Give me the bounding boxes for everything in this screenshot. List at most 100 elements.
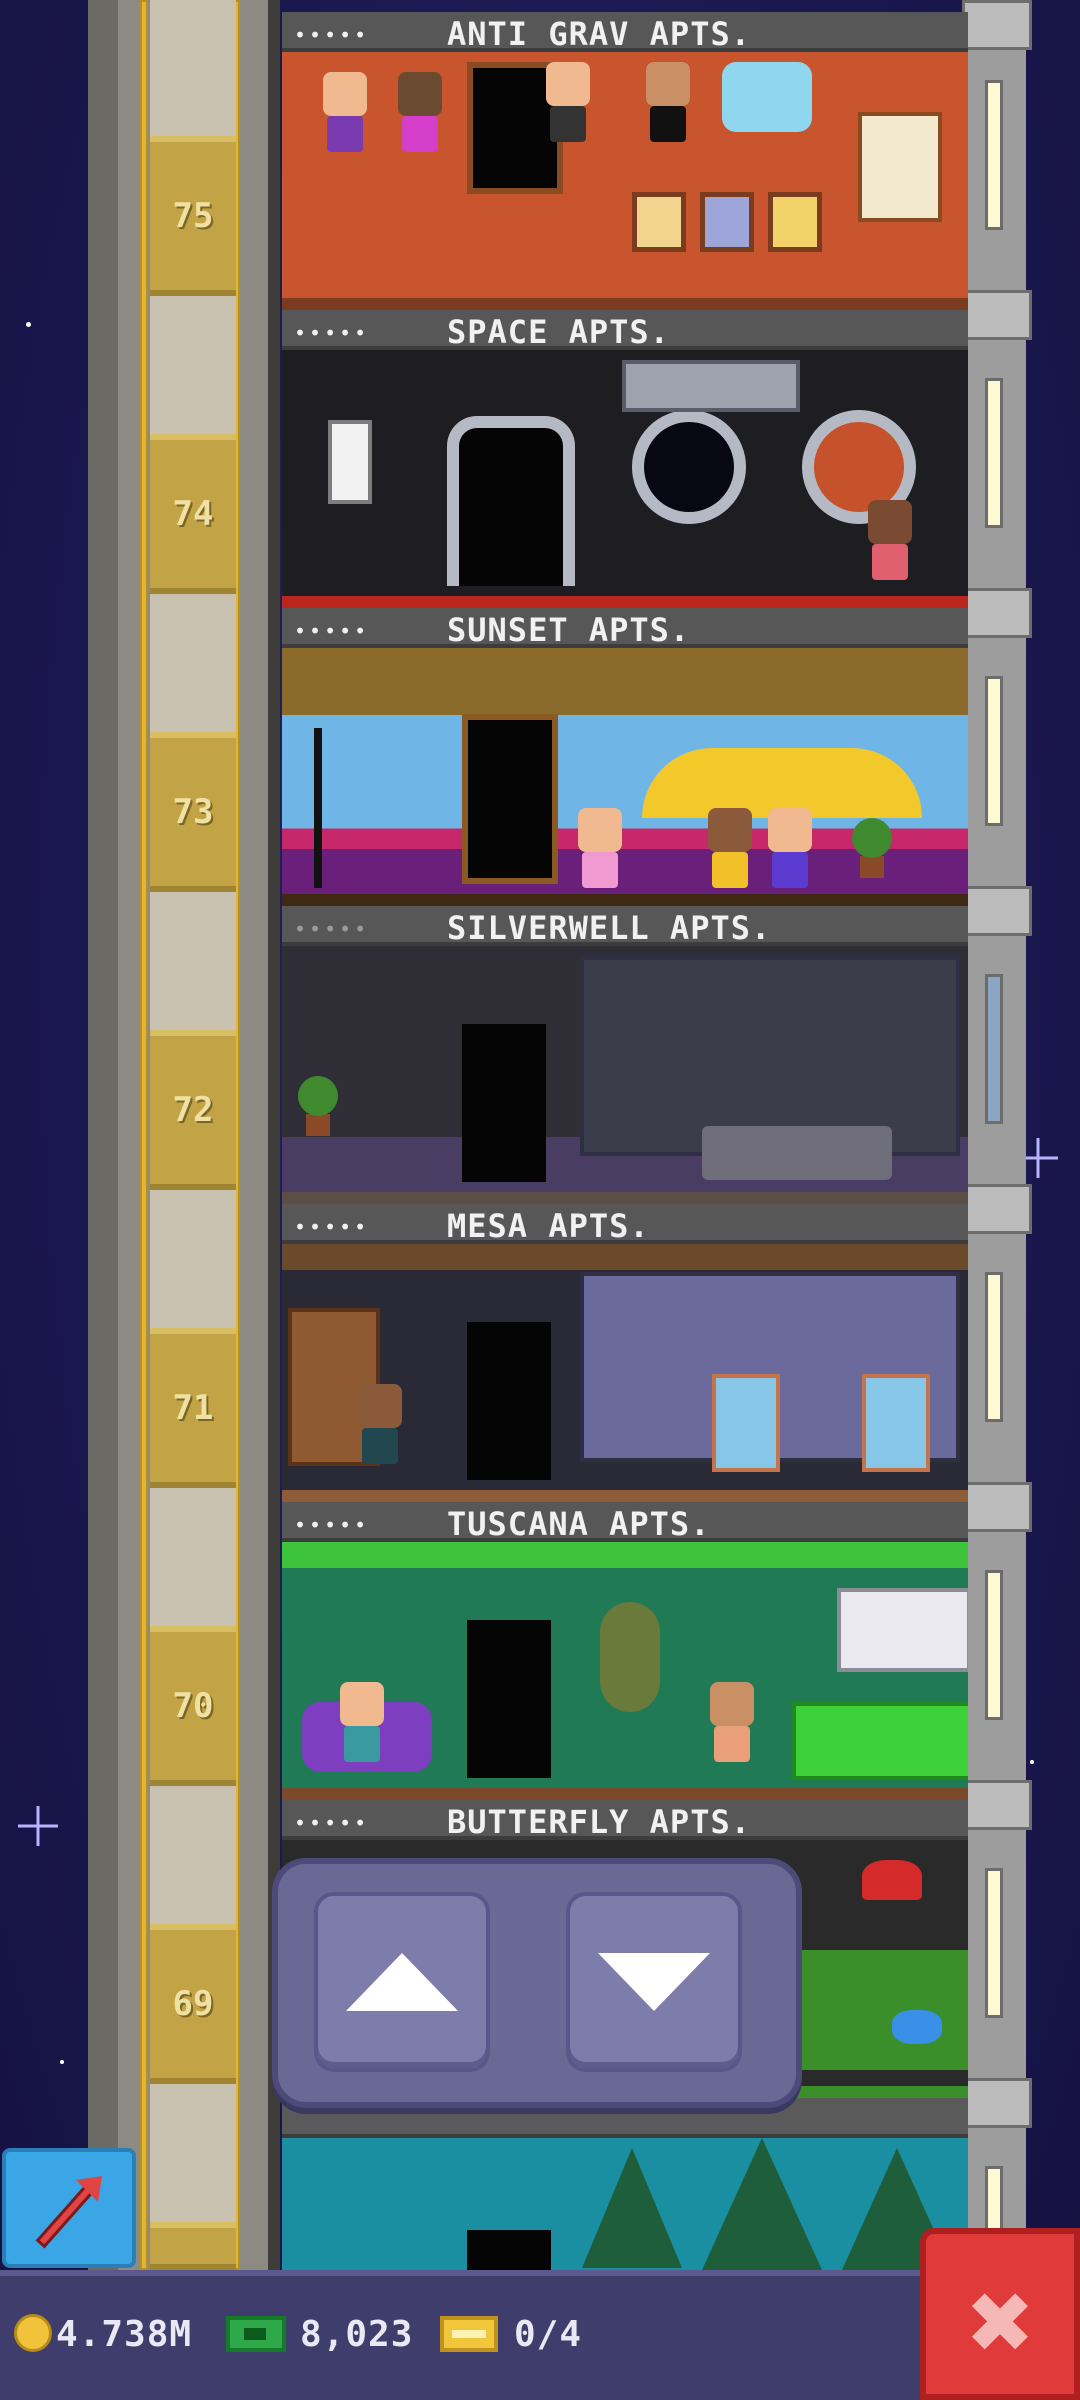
elevator-up-button[interactable]: [314, 1892, 490, 2072]
floor-partial[interactable]: [282, 2098, 968, 2270]
wall-cap: [962, 1780, 1032, 1830]
floor-name: MESA APTS.: [447, 1207, 650, 1245]
resident: [862, 500, 916, 580]
resident: [352, 1384, 406, 1464]
floor-name: BUTTERFLY APTS.: [447, 1803, 751, 1841]
floor-room: [282, 52, 968, 310]
resident-floating: [640, 62, 694, 142]
apartment-door: [467, 1322, 551, 1480]
arrow-up-icon: [346, 1953, 458, 2011]
floor-header: ••••• SILVERWELL APTS.: [282, 906, 968, 947]
floor-number-block: [150, 2222, 236, 2270]
floor-number: 71: [172, 1388, 214, 1428]
close-button[interactable]: ✖: [920, 2228, 1080, 2400]
arcade-chair: [862, 1374, 930, 1472]
resident: [702, 808, 756, 888]
wall-light: [985, 1272, 1003, 1422]
occupants-icons: •••••: [294, 917, 370, 941]
window: [858, 112, 942, 222]
wall-picture: [632, 192, 686, 252]
wall-light: [985, 1868, 1003, 2018]
floor-header: ••••• ANTI GRAV APTS.: [282, 12, 968, 53]
floor-number-block: 74: [150, 434, 236, 594]
floor-name: SUNSET APTS.: [447, 611, 691, 649]
pine-tree: [582, 2148, 682, 2268]
wall-light: [985, 1570, 1003, 1720]
star: [26, 322, 31, 327]
elevator-control-panel: [272, 1858, 802, 2108]
floor-room: [282, 350, 968, 608]
floor-header: ••••• TUSCANA APTS.: [282, 1502, 968, 1543]
wall-panel: [328, 420, 372, 504]
apartment-door: [467, 1620, 551, 1778]
floor-room: [282, 946, 968, 1204]
floor-room: [282, 1244, 968, 1502]
pine-tree: [702, 2138, 822, 2270]
floor-strip: [282, 1788, 968, 1800]
butterfly-icon: [862, 1860, 922, 1900]
floor-header: ••••• SUNSET APTS.: [282, 608, 968, 649]
floor-lamp: [314, 728, 322, 888]
floor-strip: [282, 894, 968, 906]
potted-plant: [298, 1076, 338, 1136]
floor-name: TUSCANA APTS.: [447, 1505, 711, 1543]
floor-name: SILVERWELL APTS.: [447, 909, 772, 947]
floor-space-apts[interactable]: ••••• SPACE APTS.: [282, 310, 968, 608]
bux-icon: [226, 2316, 286, 2352]
share-button[interactable]: [2, 2148, 136, 2268]
resident: [334, 1682, 388, 1762]
floor-mesa-apts[interactable]: ••••• MESA APTS.: [282, 1204, 968, 1502]
occupants-icons: •••••: [294, 1513, 370, 1537]
resident-floating: [540, 62, 594, 142]
machine-panel: [622, 360, 800, 412]
floor-anti-grav-apts[interactable]: ••••• ANTI GRAV APTS.: [282, 12, 968, 310]
coin-icon: [14, 2314, 52, 2352]
star-sparkle: [18, 1806, 58, 1846]
star: [1030, 1760, 1034, 1764]
armchair-floating: [722, 62, 812, 132]
wall-cap: [962, 1482, 1032, 1532]
elevator-down-button[interactable]: [566, 1892, 742, 2072]
floor-number-block: 75: [150, 136, 236, 296]
floor-number-block: 72: [150, 1030, 236, 1190]
sofa: [702, 1126, 892, 1180]
resident: [762, 808, 816, 888]
arrow-down-icon: [598, 1953, 710, 2011]
butterfly-icon: [892, 2010, 942, 2044]
ticket-icon: [440, 2316, 498, 2352]
topiary-tree: [600, 1602, 660, 1712]
floor-sunset-apts[interactable]: ••••• SUNSET APTS.: [282, 608, 968, 906]
occupants-icons: •••••: [294, 1215, 370, 1239]
kitchen-counter: [792, 1702, 968, 1780]
wall-picture: [768, 192, 822, 252]
floor-strip: [282, 1490, 968, 1502]
floor-tuscana-apts[interactable]: ••••• TUSCANA APTS.: [282, 1502, 968, 1800]
floor-name: ANTI GRAV APTS.: [447, 15, 751, 53]
wall-cap: [962, 1184, 1032, 1234]
resident-floating: [392, 72, 446, 152]
wall-cap: [962, 886, 1032, 936]
occupants-icons: •••••: [294, 1811, 370, 1835]
floor-number-block: 71: [150, 1328, 236, 1488]
wall-cap: [962, 2078, 1032, 2128]
floor-header: ••••• SPACE APTS.: [282, 310, 968, 351]
floor-name: SPACE APTS.: [447, 313, 670, 351]
occupants-icons: •••••: [294, 23, 370, 47]
floor-silverwell-apts[interactable]: ••••• SILVERWELL APTS.: [282, 906, 968, 1204]
star: [60, 2060, 64, 2064]
close-icon: ✖: [964, 2274, 1036, 2372]
occupants-icons: •••••: [294, 321, 370, 345]
wall-cap: [962, 588, 1032, 638]
floor-number-block: 69: [150, 1924, 236, 2084]
floor-strip: [282, 1192, 968, 1204]
floor-number-block: 73: [150, 732, 236, 892]
floor-room: [282, 2138, 968, 2270]
potted-plant: [852, 818, 892, 878]
coins-count: 4.738M: [56, 2314, 193, 2355]
floor-header: ••••• BUTTERFLY APTS.: [282, 1800, 968, 1841]
floor-strip: [282, 298, 968, 310]
wall-cap: [962, 0, 1032, 50]
floor-number: 69: [172, 1984, 214, 2024]
floor-number-block: 70: [150, 1626, 236, 1786]
apartment-door: [467, 2230, 551, 2270]
